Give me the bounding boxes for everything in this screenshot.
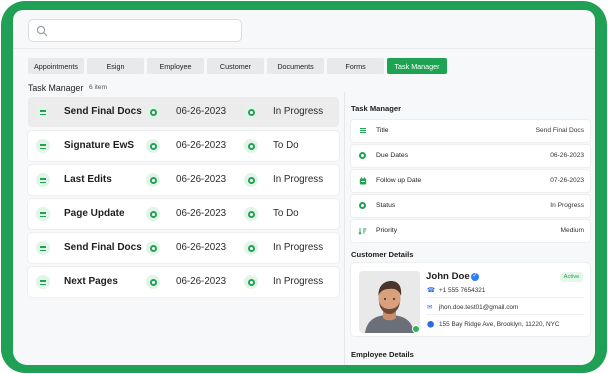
task-status: To Do xyxy=(273,208,299,219)
task-name: Send Final Docs xyxy=(64,106,142,117)
task-name: Signature EwS xyxy=(64,140,135,151)
task-list-icon xyxy=(36,173,50,187)
detail-title: Task Manager xyxy=(351,104,402,113)
task-name: Next Pages xyxy=(64,276,118,287)
search-input[interactable] xyxy=(28,19,242,42)
customer-phone[interactable]: +1 555 7654321 xyxy=(439,287,485,294)
divider xyxy=(426,297,584,298)
search-icon xyxy=(36,25,48,37)
detail-label: Status xyxy=(376,202,396,209)
divider xyxy=(426,314,584,315)
task-status: In Progress xyxy=(273,174,324,185)
task-status: To Do xyxy=(273,140,299,151)
detail-value: 07-26-2023 xyxy=(550,177,584,184)
online-status-dot xyxy=(412,325,420,333)
task-date: 06-26-2023 xyxy=(176,208,227,219)
task-row[interactable]: Page Update 06-26-2023 To Do xyxy=(28,199,339,229)
task-row[interactable]: Signature EwS 06-26-2023 To Do xyxy=(28,131,339,161)
task-row[interactable]: Send Final Docs 06-26-2023 In Progress xyxy=(28,233,339,263)
tab-appointments[interactable]: Appointments xyxy=(28,58,84,74)
sort-icon xyxy=(357,225,368,236)
task-date: 06-26-2023 xyxy=(176,242,227,253)
detail-value: In Progress xyxy=(550,202,584,209)
clock-icon xyxy=(357,150,368,161)
task-name: Page Update xyxy=(64,208,125,219)
task-status: In Progress xyxy=(273,242,324,253)
task-name: Send Final Docs xyxy=(64,242,142,253)
detail-value: 06-26-2023 xyxy=(550,152,584,159)
task-status: In Progress xyxy=(273,276,324,287)
tab-forms[interactable]: Forms xyxy=(327,58,384,74)
detail-row-due-date: Due Dates 06-26-2023 xyxy=(351,145,590,167)
task-status: In Progress xyxy=(273,106,324,117)
task-row[interactable]: Next Pages 06-26-2023 In Progress xyxy=(28,267,339,297)
mail-icon: ✉ xyxy=(427,304,433,311)
status-icon xyxy=(244,105,258,119)
calendar-icon xyxy=(357,175,368,186)
divider xyxy=(13,48,595,49)
date-icon xyxy=(146,275,160,289)
customer-card[interactable]: John Doe Active ☎ +1 555 7654321 ✉ jhon.… xyxy=(351,263,590,336)
employee-details-title: Employee Details xyxy=(351,350,414,359)
task-date: 06-26-2023 xyxy=(176,276,227,287)
task-count: 6 item xyxy=(89,84,107,91)
status-icon xyxy=(244,207,258,221)
customer-name: John Doe xyxy=(426,271,470,282)
detail-value: Send Final Docs xyxy=(535,127,584,134)
tab-documents[interactable]: Documents xyxy=(267,58,324,74)
date-icon xyxy=(146,207,160,221)
detail-label: Title xyxy=(376,127,389,134)
task-date: 06-26-2023 xyxy=(176,174,227,185)
task-manager-title: Task Manager xyxy=(28,83,84,93)
task-list-icon xyxy=(36,275,50,289)
status-icon xyxy=(244,275,258,289)
avatar xyxy=(359,271,420,333)
detail-label: Due Dates xyxy=(376,152,409,159)
task-list-icon xyxy=(36,105,50,119)
task-list-icon xyxy=(36,241,50,255)
date-icon xyxy=(146,105,160,119)
task-name: Last Edits xyxy=(64,174,112,185)
date-icon xyxy=(146,139,160,153)
status-icon xyxy=(244,241,258,255)
customer-details-title: Customer Details xyxy=(351,250,414,259)
detail-label: Follow up Date xyxy=(376,177,422,184)
task-row[interactable]: Send Final Docs 06-26-2023 In Progress xyxy=(28,97,339,127)
task-list-icon xyxy=(36,139,50,153)
detail-row-priority: Priority Medium xyxy=(351,220,590,242)
detail-value: Medium xyxy=(560,227,584,234)
task-list-icon xyxy=(36,207,50,221)
detail-row-follow-up: Follow up Date 07-26-2023 xyxy=(351,170,590,192)
customer-address: 155 Bay Ridge Ave, Brooklyn, 11220, NYC xyxy=(439,321,560,328)
detail-row-status: Status In Progress xyxy=(351,195,590,217)
status-icon xyxy=(244,173,258,187)
tab-employee[interactable]: Employee xyxy=(147,58,204,74)
detail-row-title: Title Send Final Docs xyxy=(351,120,590,142)
verified-icon xyxy=(471,272,479,281)
date-icon xyxy=(146,241,160,255)
phone-icon: ☎ xyxy=(427,287,436,294)
tab-esign[interactable]: Esign xyxy=(87,58,144,74)
customer-email[interactable]: jhon.doe.test01@gmail.com xyxy=(439,304,518,311)
status-badge: Active xyxy=(560,272,583,282)
panel-divider xyxy=(344,92,345,365)
task-row[interactable]: Last Edits 06-26-2023 In Progress xyxy=(28,165,339,195)
tab-task-manager[interactable]: Task Manager xyxy=(387,58,447,74)
status-icon xyxy=(244,139,258,153)
date-icon xyxy=(146,173,160,187)
detail-label: Priority xyxy=(376,227,398,234)
app-window: Appointments Esign Employee Customer Doc… xyxy=(13,10,595,365)
task-date: 06-26-2023 xyxy=(176,106,227,117)
location-pin-icon: ⬤ xyxy=(427,321,435,328)
status-icon xyxy=(357,200,368,211)
tab-customer[interactable]: Customer xyxy=(207,58,264,74)
list-icon xyxy=(357,125,368,136)
task-date: 06-26-2023 xyxy=(176,140,227,151)
